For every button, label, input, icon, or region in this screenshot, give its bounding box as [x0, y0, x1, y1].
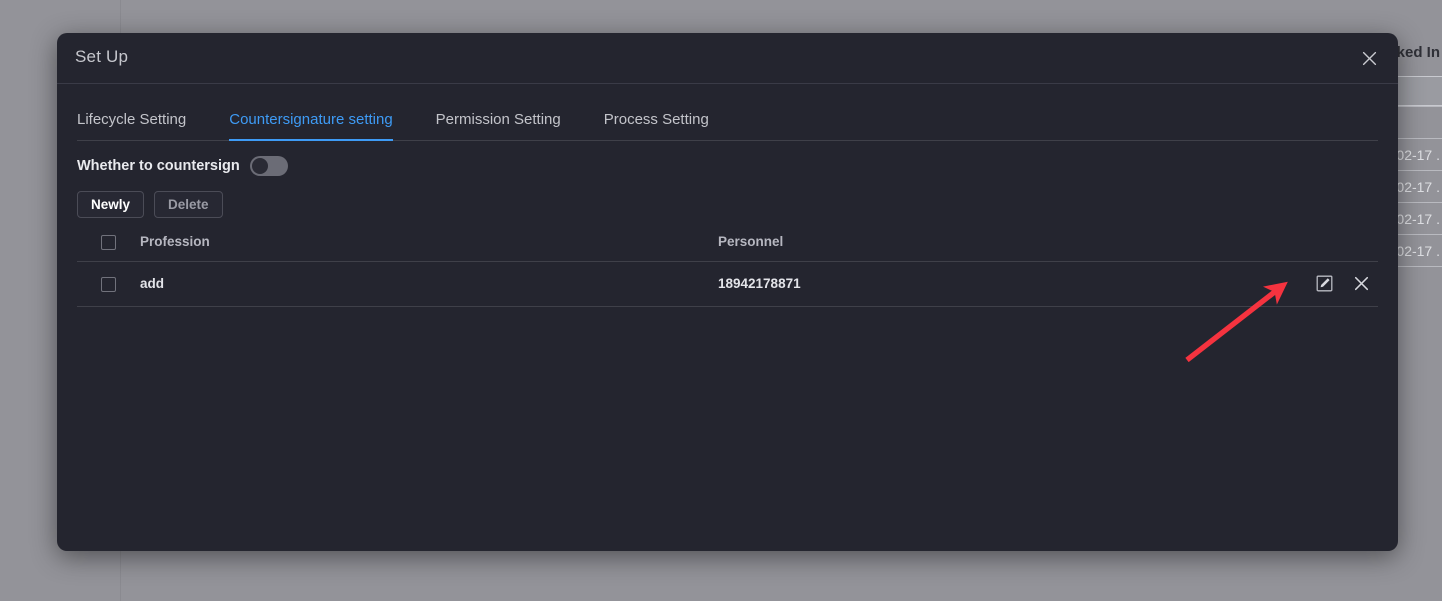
- select-all-checkbox[interactable]: [101, 234, 116, 250]
- cell-profession: add: [140, 261, 718, 307]
- screen: ked In 02-17 . 02-17 . 02-17 . 02-17 . S…: [0, 0, 1442, 601]
- dialog-header: Set Up: [57, 33, 1398, 84]
- dialog-tabs: Lifecycle Setting Countersignature setti…: [77, 84, 1378, 141]
- newly-button[interactable]: Newly: [77, 191, 145, 218]
- countersign-row: Whether to countersign: [77, 147, 1378, 185]
- toggle-knob: [251, 158, 268, 174]
- select-all-cell: [77, 234, 140, 262]
- row-checkbox[interactable]: [101, 276, 116, 292]
- column-header-actions: [1258, 234, 1378, 262]
- dialog-body: Lifecycle Setting Countersignature setti…: [57, 84, 1398, 307]
- edit-icon[interactable]: [1315, 275, 1333, 293]
- delete-button[interactable]: Delete: [154, 191, 223, 218]
- tab-process-setting[interactable]: Process Setting: [604, 111, 709, 140]
- cell-actions: [1258, 261, 1378, 307]
- dialog-title: Set Up: [75, 47, 129, 66]
- remove-icon[interactable]: [1352, 275, 1370, 293]
- tab-countersignature-setting[interactable]: Countersignature setting: [229, 111, 394, 141]
- column-header-personnel: Personnel: [718, 234, 1258, 262]
- countersign-table: Profession Personnel add 18942178871: [77, 234, 1378, 307]
- tab-lifecycle-setting[interactable]: Lifecycle Setting: [77, 111, 186, 140]
- setup-dialog: Set Up Lifecycle Setting Countersignatur…: [57, 33, 1398, 551]
- row-select-cell: [77, 261, 140, 307]
- table-row: add 18942178871: [77, 261, 1378, 307]
- cell-personnel: 18942178871: [718, 261, 1258, 307]
- row-action-group: [1258, 275, 1378, 293]
- table-toolbar: Newly Delete: [77, 191, 1378, 218]
- table-header-row: Profession Personnel: [77, 234, 1378, 262]
- countersign-toggle[interactable]: [249, 156, 288, 176]
- tab-permission-setting[interactable]: Permission Setting: [436, 111, 561, 140]
- column-header-profession: Profession: [140, 234, 718, 262]
- countersign-label: Whether to countersign: [77, 158, 240, 174]
- close-icon[interactable]: [1356, 45, 1382, 71]
